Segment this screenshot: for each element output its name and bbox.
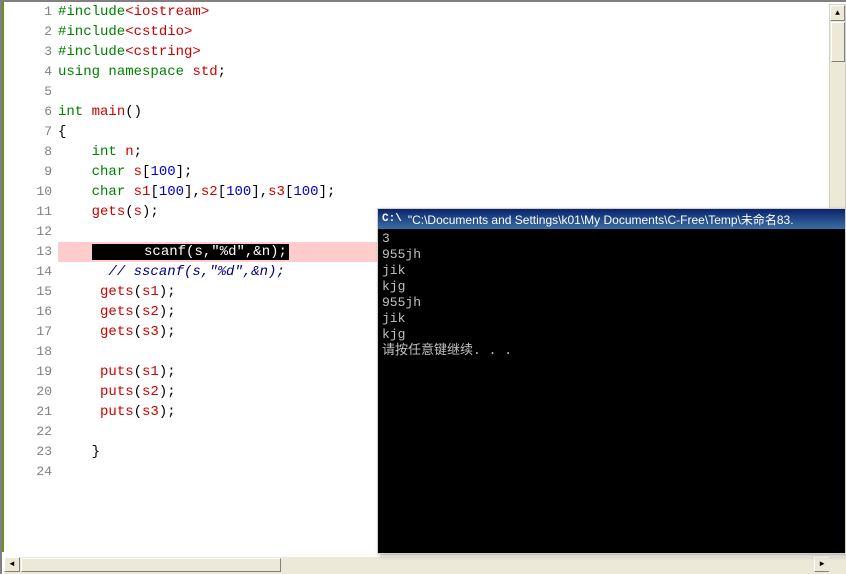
line-number: 16 <box>10 302 52 322</box>
current-execution-line: scanf(s,"%d",&n); <box>92 244 289 260</box>
horizontal-scrollbar[interactable]: ◄ ► <box>4 557 830 574</box>
console-output[interactable]: 3 955jh jik kjg 955jh jik kjg 请按任意键继续. .… <box>378 229 845 361</box>
console-window[interactable]: C:\ "C:\Documents and Settings\k01\My Do… <box>377 208 846 554</box>
line-number: 20 <box>10 382 52 402</box>
code-line[interactable]: #include<cstring> <box>58 42 846 62</box>
scroll-thumb-horizontal[interactable] <box>21 558 281 572</box>
line-number: 17 <box>10 322 52 342</box>
line-number: 8 <box>10 142 52 162</box>
line-number: 6 <box>10 102 52 122</box>
cmd-icon: C:\ <box>382 213 402 225</box>
change-margin <box>2 2 10 552</box>
line-number: 12 <box>10 222 52 242</box>
line-number: 23 <box>10 442 52 462</box>
scroll-right-button[interactable]: ► <box>814 557 830 572</box>
line-number: 22 <box>10 422 52 442</box>
scroll-left-button[interactable]: ◄ <box>4 557 20 572</box>
line-number: 1 <box>10 2 52 22</box>
code-line[interactable]: using namespace std; <box>58 62 846 82</box>
line-number: 19 <box>10 362 52 382</box>
line-number: 15 <box>10 282 52 302</box>
code-line[interactable]: char s[100]; <box>58 162 846 182</box>
line-number: 21 <box>10 402 52 422</box>
console-titlebar[interactable]: C:\ "C:\Documents and Settings\k01\My Do… <box>378 209 845 229</box>
code-line[interactable]: char s1[100],s2[100],s3[100]; <box>58 182 846 202</box>
scroll-corner <box>829 557 846 574</box>
code-line[interactable]: { <box>58 122 846 142</box>
line-number: 24 <box>10 462 52 482</box>
line-number: 10 <box>10 182 52 202</box>
line-number: 2 <box>10 22 52 42</box>
code-line[interactable]: #include<cstdio> <box>58 22 846 42</box>
code-line[interactable]: #include<iostream> <box>58 2 846 22</box>
line-number: 9 <box>10 162 52 182</box>
line-number: 13 <box>10 242 52 262</box>
line-number: 7 <box>10 122 52 142</box>
code-line[interactable]: int n; <box>58 142 846 162</box>
line-number: 4 <box>10 62 52 82</box>
console-title-text: "C:\Documents and Settings\k01\My Docume… <box>408 211 794 228</box>
line-number-gutter[interactable]: 123456789101112131415161718192021222324 <box>10 2 58 552</box>
line-number: 18 <box>10 342 52 362</box>
scroll-thumb-vertical[interactable] <box>831 22 845 62</box>
line-number: 5 <box>10 82 52 102</box>
line-number: 11 <box>10 202 52 222</box>
code-line[interactable] <box>58 82 846 102</box>
line-number: 14 <box>10 262 52 282</box>
line-number: 3 <box>10 42 52 62</box>
scroll-up-button[interactable]: ▲ <box>830 5 845 21</box>
code-line[interactable]: int main() <box>58 102 846 122</box>
